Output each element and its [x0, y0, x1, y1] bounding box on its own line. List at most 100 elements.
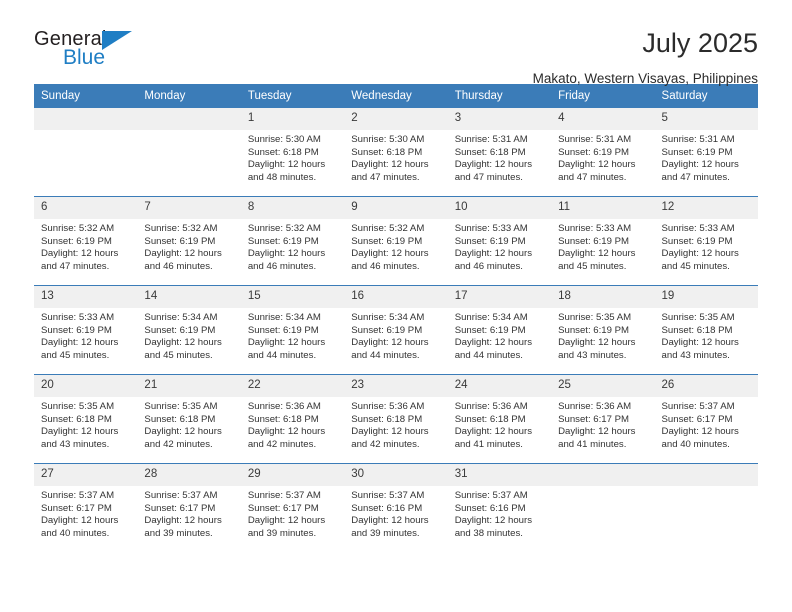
sunrise-sunset-calendar: Sunday Monday Tuesday Wednesday Thursday Frid…	[34, 84, 758, 552]
day-detail-line: Sunset: 6:18 PM	[351, 146, 423, 158]
calendar-cell-empty	[551, 463, 655, 552]
day-detail-line: Daylight: 12 hours	[247, 426, 326, 438]
day-details: Sunrise: 5:34 AM Sunset: 6:19 PM Daylight:…	[241, 308, 344, 362]
day-detail-line: Sunrise: 5:37 AM	[144, 490, 218, 501]
calendar-day-cell[interactable]: 16 Sunrise: 5:34 AM Sunset: 6:19 PM Dayligh…	[344, 285, 448, 375]
weekday-header-sunday: Sunday	[34, 84, 138, 108]
day-number: 27	[34, 464, 138, 486]
day-number	[34, 108, 138, 130]
calendar-day-cell[interactable]: 2 Sunrise: 5:30 AM Sunset: 6:18 PM Daylight…	[344, 108, 448, 197]
general-blue-logo[interactable]: General Blue	[34, 28, 144, 74]
day-detail-line: Daylight: 12 hours	[558, 159, 636, 171]
day-detail-line: Sunrise: 5:37 AM	[247, 490, 321, 501]
day-detail-line: and 48 minutes.	[247, 171, 317, 183]
calendar-day-cell[interactable]: 25 Sunrise: 5:36 AM Sunset: 6:17 PM Dayligh…	[551, 374, 655, 464]
day-detail-line: Sunrise: 5:34 AM	[247, 312, 321, 323]
day-detail-line: and 47 minutes.	[41, 260, 110, 272]
day-detail-line: Sunrise: 5:34 AM	[454, 312, 528, 323]
day-detail-line: Sunset: 6:19 PM	[247, 235, 319, 247]
calendar-day-cell[interactable]: 5 Sunrise: 5:31 AM Sunset: 6:19 PM Daylight…	[654, 108, 758, 197]
calendar-day-cell[interactable]: 30 Sunrise: 5:37 AM Sunset: 6:16 PM Dayligh…	[344, 463, 448, 552]
calendar-day-cell[interactable]: 9 Sunrise: 5:32 AM Sunset: 6:19 PM Daylight…	[344, 196, 448, 286]
calendar-day-cell[interactable]: 4 Sunrise: 5:31 AM Sunset: 6:19 PM Daylight…	[551, 108, 655, 197]
day-detail-line: Sunrise: 5:36 AM	[351, 401, 425, 412]
day-detail-line: Sunrise: 5:30 AM	[247, 134, 321, 145]
calendar-day-cell[interactable]: 22 Sunrise: 5:36 AM Sunset: 6:18 PM Dayligh…	[240, 374, 345, 464]
day-detail-line: and 44 minutes.	[454, 349, 523, 361]
day-detail-line: and 47 minutes.	[558, 171, 627, 183]
day-details: Sunrise: 5:37 AM Sunset: 6:16 PM Daylight:…	[344, 486, 447, 540]
calendar-page: General Blue July 2025 Makato, Western V…	[0, 0, 792, 612]
calendar-day-cell[interactable]: 12 Sunrise: 5:33 AM Sunset: 6:19 PM Dayligh…	[654, 196, 758, 286]
day-detail-line: Daylight: 12 hours	[41, 337, 119, 349]
day-number: 1	[240, 108, 345, 130]
day-details: Sunrise: 5:34 AM Sunset: 6:19 PM Daylight:…	[137, 308, 240, 362]
day-detail-line: and 43 minutes.	[41, 438, 110, 450]
day-detail-line: Daylight: 12 hours	[41, 426, 119, 438]
day-number: 11	[551, 197, 655, 219]
calendar-day-cell[interactable]: 19 Sunrise: 5:35 AM Sunset: 6:18 PM Dayligh…	[654, 285, 758, 375]
day-detail-line: Daylight: 12 hours	[661, 337, 739, 349]
day-detail-line: Daylight: 12 hours	[247, 337, 326, 349]
calendar-day-cell[interactable]: 21 Sunrise: 5:35 AM Sunset: 6:18 PM Dayligh…	[137, 374, 241, 464]
day-detail-line: and 47 minutes.	[454, 171, 523, 183]
calendar-day-cell[interactable]: 10 Sunrise: 5:33 AM Sunset: 6:19 PM Dayligh…	[447, 196, 552, 286]
calendar-day-cell[interactable]: 31 Sunrise: 5:37 AM Sunset: 6:16 PM Dayligh…	[447, 463, 552, 552]
calendar-day-cell[interactable]: 23 Sunrise: 5:36 AM Sunset: 6:18 PM Dayligh…	[344, 374, 448, 464]
day-number: 20	[34, 375, 138, 397]
day-details: Sunrise: 5:31 AM Sunset: 6:19 PM Daylight:…	[551, 130, 654, 184]
calendar-day-cell[interactable]: 6 Sunrise: 5:32 AM Sunset: 6:19 PM Daylight…	[34, 196, 138, 286]
calendar-day-cell[interactable]: 15 Sunrise: 5:34 AM Sunset: 6:19 PM Dayligh…	[240, 285, 345, 375]
day-number: 26	[654, 375, 758, 397]
day-detail-line: Sunrise: 5:31 AM	[558, 134, 632, 145]
calendar-day-cell[interactable]: 7 Sunrise: 5:32 AM Sunset: 6:19 PM Daylight…	[137, 196, 241, 286]
page-title: July 2025	[642, 28, 758, 58]
calendar-day-cell[interactable]: 3 Sunrise: 5:31 AM Sunset: 6:18 PM Daylight…	[447, 108, 552, 197]
day-detail-line: Sunset: 6:18 PM	[144, 413, 216, 425]
calendar-day-cell[interactable]: 20 Sunrise: 5:35 AM Sunset: 6:18 PM Dayligh…	[34, 374, 138, 464]
day-number: 5	[654, 108, 758, 130]
day-detail-line: Daylight: 12 hours	[351, 426, 429, 438]
calendar-day-cell[interactable]: 26 Sunrise: 5:37 AM Sunset: 6:17 PM Dayligh…	[654, 374, 758, 464]
day-detail-line: Sunset: 6:17 PM	[41, 502, 112, 514]
day-number: 4	[551, 108, 655, 130]
location-subtitle: Makato, Western Visayas, Philippines	[532, 71, 758, 86]
calendar-day-cell[interactable]: 11 Sunrise: 5:33 AM Sunset: 6:19 PM Dayligh…	[551, 196, 655, 286]
day-number: 21	[137, 375, 241, 397]
day-detail-line: and 46 minutes.	[351, 260, 420, 272]
day-detail-line: Daylight: 12 hours	[558, 426, 636, 438]
calendar-day-cell[interactable]: 18 Sunrise: 5:35 AM Sunset: 6:19 PM Dayligh…	[551, 285, 655, 375]
calendar-day-cell[interactable]: 24 Sunrise: 5:36 AM Sunset: 6:18 PM Dayligh…	[447, 374, 552, 464]
day-detail-line: Daylight: 12 hours	[558, 248, 636, 260]
day-details: Sunrise: 5:34 AM Sunset: 6:19 PM Daylight:…	[344, 308, 447, 362]
day-details: Sunrise: 5:33 AM Sunset: 6:19 PM Daylight:…	[655, 219, 758, 273]
day-detail-line: Daylight: 12 hours	[454, 426, 533, 438]
calendar-day-cell[interactable]: 8 Sunrise: 5:32 AM Sunset: 6:19 PM Daylight…	[240, 196, 345, 286]
day-number: 31	[447, 464, 552, 486]
calendar-day-cell[interactable]: 13 Sunrise: 5:33 AM Sunset: 6:19 PM Dayligh…	[34, 285, 138, 375]
day-detail-line: Daylight: 12 hours	[351, 337, 429, 349]
calendar-day-cell[interactable]: 1 Sunrise: 5:30 AM Sunset: 6:18 PM Daylight…	[240, 108, 345, 197]
day-detail-line: Daylight: 12 hours	[351, 248, 429, 260]
day-detail-line: Daylight: 12 hours	[144, 248, 222, 260]
calendar-day-cell[interactable]: 14 Sunrise: 5:34 AM Sunset: 6:19 PM Dayligh…	[137, 285, 241, 375]
calendar-day-cell[interactable]: 29 Sunrise: 5:37 AM Sunset: 6:17 PM Dayligh…	[240, 463, 345, 552]
day-detail-line: and 44 minutes.	[351, 349, 420, 361]
day-number: 17	[447, 286, 552, 308]
day-detail-line: and 40 minutes.	[661, 438, 730, 450]
calendar-day-cell[interactable]: 28 Sunrise: 5:37 AM Sunset: 6:17 PM Dayligh…	[137, 463, 241, 552]
day-detail-line: and 41 minutes.	[558, 438, 627, 450]
day-detail-line: Daylight: 12 hours	[454, 248, 533, 260]
logo-triangle-icon	[102, 31, 132, 50]
day-detail-line: Sunrise: 5:31 AM	[661, 134, 735, 145]
day-number: 19	[654, 286, 758, 308]
calendar-day-cell[interactable]: 27 Sunrise: 5:37 AM Sunset: 6:17 PM Dayligh…	[34, 463, 138, 552]
day-detail-line: Sunset: 6:19 PM	[41, 235, 112, 247]
day-detail-line: Sunrise: 5:33 AM	[41, 312, 115, 323]
calendar-day-cell[interactable]: 17 Sunrise: 5:34 AM Sunset: 6:19 PM Dayligh…	[447, 285, 552, 375]
day-detail-line: Sunset: 6:17 PM	[558, 413, 630, 425]
day-detail-line: Daylight: 12 hours	[351, 159, 429, 171]
day-number: 16	[344, 286, 448, 308]
day-details: Sunrise: 5:32 AM Sunset: 6:19 PM Daylight:…	[241, 219, 344, 273]
day-detail-line: Daylight: 12 hours	[454, 515, 533, 527]
